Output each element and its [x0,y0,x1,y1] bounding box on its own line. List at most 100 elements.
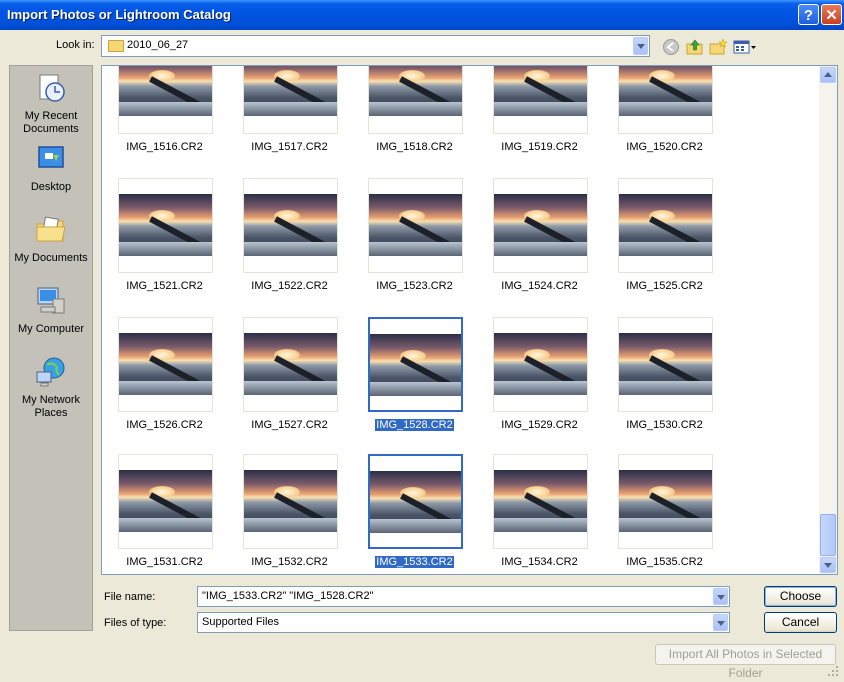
thumbnail-frame [618,317,713,412]
place-label: My Computer [17,323,85,335]
choose-button[interactable]: Choose [764,586,837,607]
place-my-network[interactable]: My Network Places [10,356,92,420]
file-tile[interactable]: IMG_1517.CR2 [227,66,352,163]
place-my-documents[interactable]: My Documents [10,214,92,265]
file-name-label: IMG_1523.CR2 [376,280,453,292]
thumbnail-frame [368,317,463,412]
photo-thumbnail [369,66,462,116]
file-name-input[interactable]: "IMG_1533.CR2" "IMG_1528.CR2" [197,586,730,607]
file-name-label: IMG_1527.CR2 [251,419,328,431]
file-name-label: IMG_1517.CR2 [251,141,328,153]
thumbnail-frame [368,66,463,134]
photo-thumbnail [494,66,587,116]
thumbnail-frame [493,178,588,273]
file-tile[interactable]: IMG_1525.CR2 [602,178,727,302]
thumbnail-frame [618,178,713,273]
place-desktop[interactable]: Desktop [10,143,92,194]
file-tile[interactable]: IMG_1516.CR2 [102,66,227,163]
file-tile[interactable]: IMG_1530.CR2 [602,317,727,441]
thumbnail-frame [243,178,338,273]
chevron-down-icon[interactable] [713,614,728,631]
folder-icon [108,40,124,52]
file-name-label: IMG_1530.CR2 [626,419,703,431]
scroll-up-button[interactable] [820,67,836,83]
back-icon[interactable] [662,38,680,56]
close-button[interactable]: ✕ [821,4,842,25]
thumbnail-frame [368,178,463,273]
file-name-label: IMG_1525.CR2 [626,280,703,292]
thumbnail-frame [243,66,338,134]
place-label-line2: Places [34,407,68,419]
thumbnail-frame [493,317,588,412]
file-tile[interactable]: IMG_1535.CR2 [602,454,727,574]
file-tile[interactable]: IMG_1520.CR2 [602,66,727,163]
file-tile[interactable]: IMG_1531.CR2 [102,454,227,574]
help-button[interactable]: ? [798,4,819,25]
chevron-down-icon[interactable] [633,37,648,55]
photo-thumbnail [619,333,712,395]
vertical-scrollbar[interactable] [819,66,837,574]
window-title: Import Photos or Lightroom Catalog [7,7,231,22]
look-in-label: Look in: [56,39,95,51]
file-tile[interactable]: IMG_1527.CR2 [227,317,352,441]
photo-thumbnail [119,194,212,256]
file-tile[interactable]: IMG_1521.CR2 [102,178,227,302]
file-name-label: IMG_1522.CR2 [251,280,328,292]
photo-thumbnail [494,470,587,532]
file-tile[interactable]: IMG_1524.CR2 [477,178,602,302]
import-dialog: Import Photos or Lightroom Catalog ? ✕ L… [0,0,844,682]
thumbnail-frame [243,317,338,412]
file-tile-selected[interactable]: IMG_1528.CR2 [352,317,477,441]
photo-thumbnail [494,194,587,256]
file-tile[interactable]: IMG_1526.CR2 [102,317,227,441]
import-all-button[interactable]: Import All Photos in Selected Folder [655,644,836,680]
file-list-pane[interactable]: IMG_1516.CR2 IMG_1517.CR2 IMG_1518.CR2 I… [101,65,838,575]
photo-thumbnail [119,66,212,116]
thumbnail-frame [618,454,713,549]
place-label: My Recent [24,110,78,122]
scroll-thumb[interactable] [820,514,836,556]
file-tile[interactable]: IMG_1532.CR2 [227,454,352,574]
file-tile[interactable]: IMG_1534.CR2 [477,454,602,574]
file-tile[interactable]: IMG_1522.CR2 [227,178,352,302]
file-tile-selected[interactable]: IMG_1533.CR2 [352,454,477,574]
file-name-label: IMG_1520.CR2 [626,141,703,153]
photo-thumbnail [494,333,587,395]
file-name-label: File name: [104,591,156,603]
photo-thumbnail [119,333,212,395]
place-label-line2: Documents [23,123,79,135]
views-menu-icon[interactable] [733,38,757,56]
chevron-down-icon[interactable] [713,588,728,605]
thumbnail-frame [118,178,213,273]
thumbnail-frame [118,66,213,134]
resize-grip-icon[interactable] [826,664,840,678]
up-folder-icon[interactable] [686,38,704,56]
files-of-type-select[interactable]: Supported Files [197,612,730,633]
file-name-label: IMG_1528.CR2 [374,418,455,432]
place-my-computer[interactable]: My Computer [10,285,92,336]
photo-thumbnail [244,470,337,532]
photo-thumbnail [619,470,712,532]
file-name-label: IMG_1526.CR2 [126,419,203,431]
my-computer-icon [37,287,65,314]
thumbnail-frame [493,454,588,549]
file-tile[interactable]: IMG_1523.CR2 [352,178,477,302]
photo-thumbnail [619,194,712,256]
thumbnail-frame [368,454,463,549]
scroll-down-button[interactable] [820,557,836,573]
new-folder-icon[interactable] [709,38,727,56]
file-name-label: IMG_1535.CR2 [626,556,703,568]
file-tile[interactable]: IMG_1529.CR2 [477,317,602,441]
thumbnail-frame [118,317,213,412]
file-tile[interactable]: IMG_1518.CR2 [352,66,477,163]
files-of-type-label: Files of type: [104,617,167,629]
thumbnail-frame [243,454,338,549]
title-bar[interactable]: Import Photos or Lightroom Catalog ? ✕ [0,0,844,30]
file-name-label: IMG_1532.CR2 [251,556,328,568]
place-recent-documents[interactable]: My Recent Documents [10,72,92,136]
cancel-button[interactable]: Cancel [764,612,837,633]
desktop-icon [38,146,64,168]
photo-thumbnail [119,470,212,532]
file-tile[interactable]: IMG_1519.CR2 [477,66,602,163]
look-in-combo[interactable]: 2010_06_27 [101,35,650,57]
